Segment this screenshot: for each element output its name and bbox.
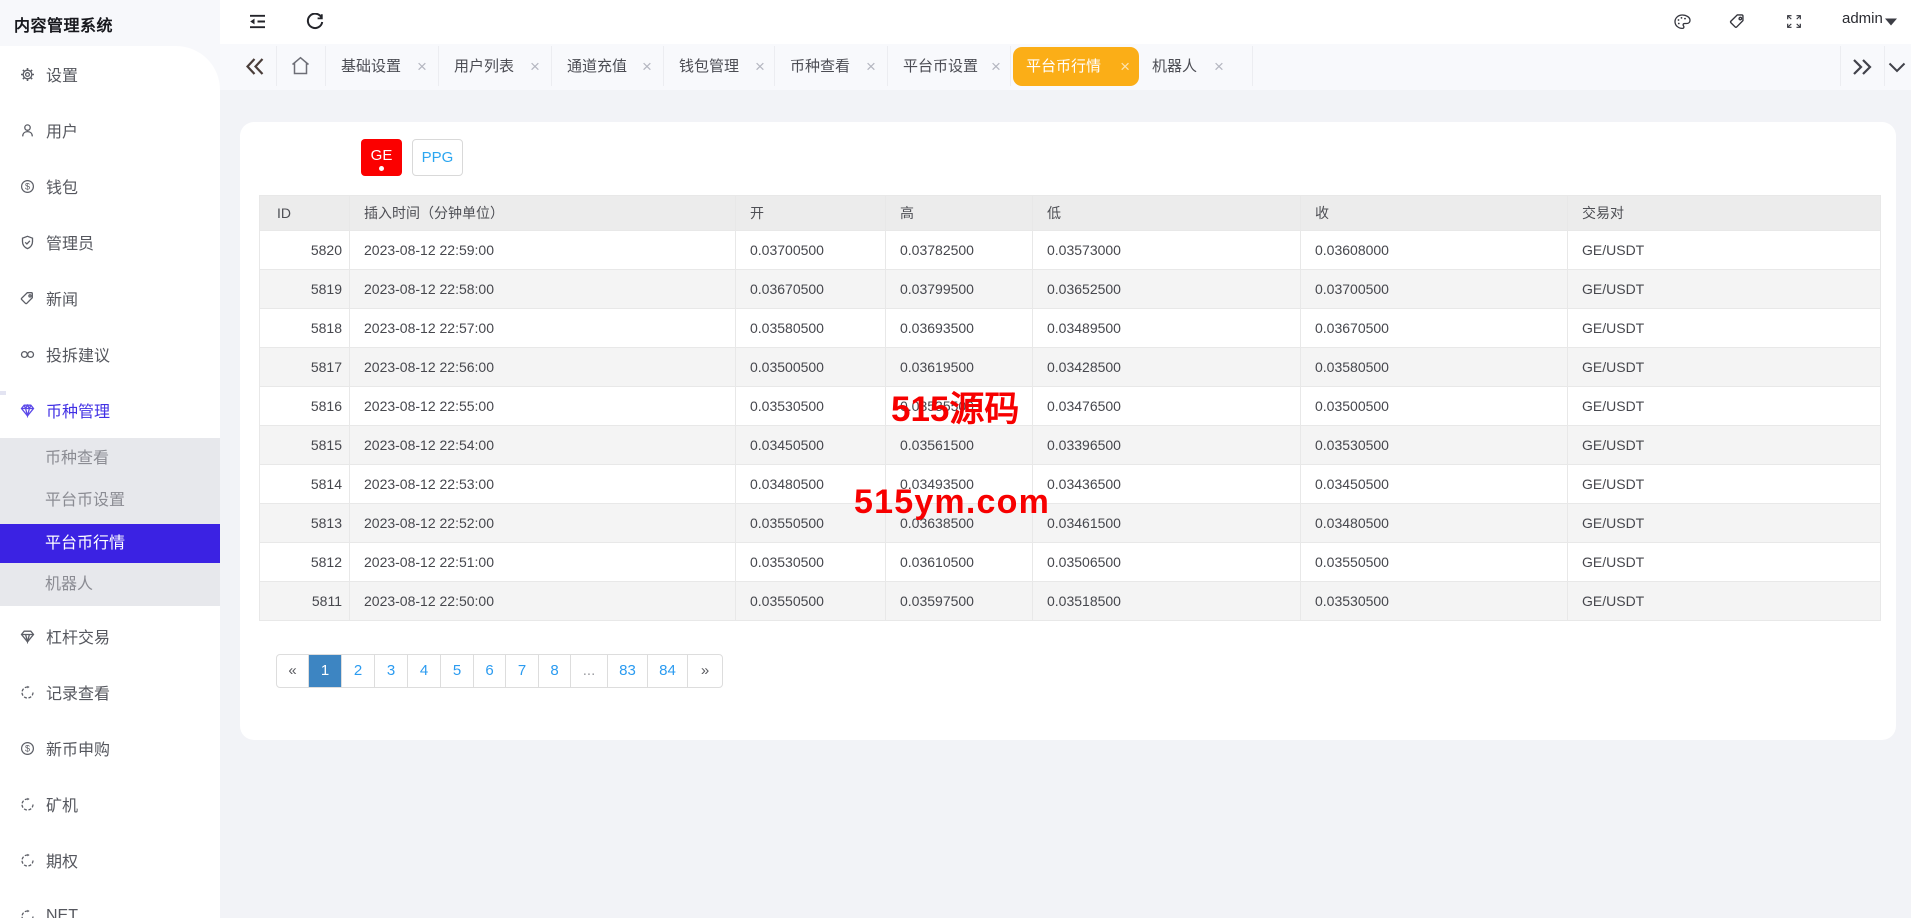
svg-text:$: $: [25, 743, 30, 753]
svg-text:$: $: [25, 181, 30, 191]
